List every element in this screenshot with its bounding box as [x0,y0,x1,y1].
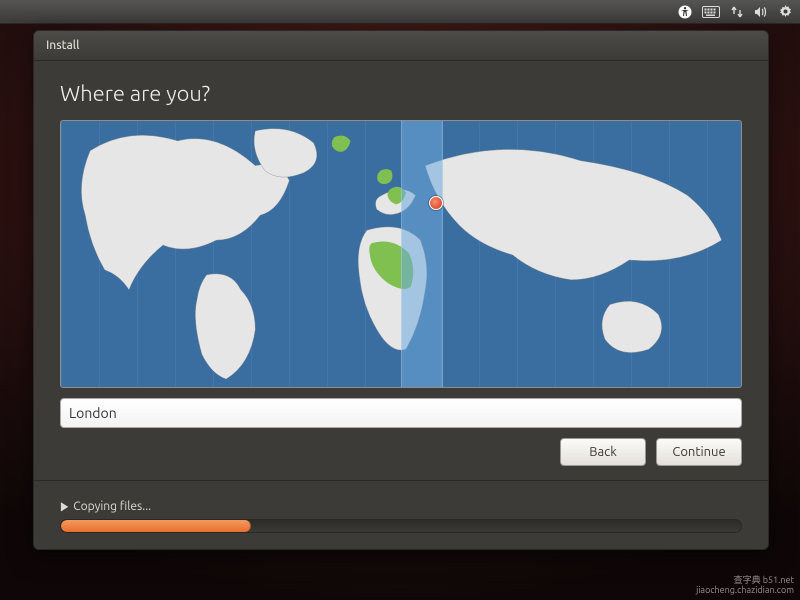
accessibility-icon[interactable] [678,5,692,19]
timezone-map[interactable] [60,120,742,388]
install-progress-section: ▶ Copying files... [34,493,768,549]
location-pin-icon [429,196,443,210]
section-divider [34,480,768,481]
continue-button[interactable]: Continue [656,438,742,466]
network-icon[interactable] [730,5,744,19]
navigation-buttons: Back Continue [60,438,742,466]
location-input[interactable] [60,398,742,428]
back-button[interactable]: Back [560,438,646,466]
settings-icon[interactable] [779,5,792,18]
progress-bar-track [60,519,742,533]
window-title: Install [46,39,80,52]
selected-timezone-band [401,121,443,387]
watermark-text: 查字典 b51.net jiaocheng.chazidian.com [696,576,794,596]
progress-bar-fill [61,520,251,532]
progress-label-row[interactable]: ▶ Copying files... [60,499,742,513]
desktop-top-bar [0,0,800,24]
page-title: Where are you? [60,81,742,106]
window-titlebar: Install [34,31,768,61]
keyboard-icon[interactable] [702,6,720,18]
progress-label: Copying files... [73,500,151,513]
sound-icon[interactable] [754,6,769,18]
installer-window: Install Where are you? [33,30,769,550]
disclosure-triangle-icon: ▶ [61,499,68,513]
